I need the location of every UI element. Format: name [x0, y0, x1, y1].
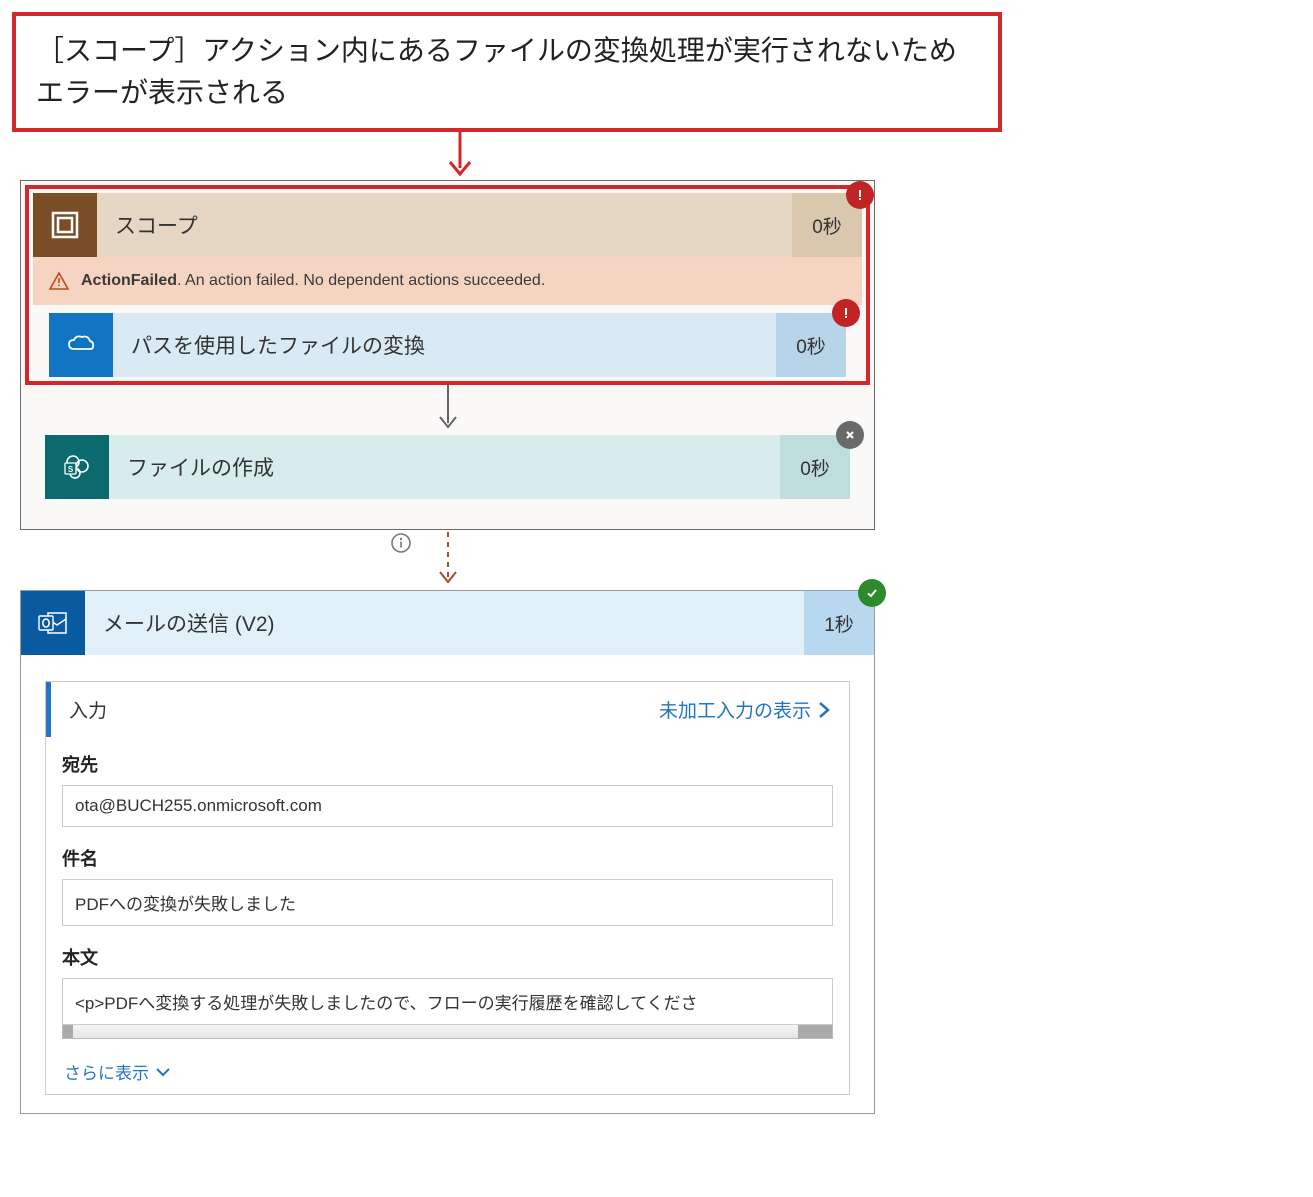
annotation-callout: ［スコープ］アクション内にあるファイルの変換処理が実行されないためエラーが表示さ… [12, 12, 1002, 132]
chevron-down-icon [155, 1066, 171, 1078]
mail-title: メールの送信 (V2) [85, 591, 804, 655]
to-field: 宛先 ota@BUCH255.onmicrosoft.com [46, 737, 849, 831]
error-text: ActionFailed. An action failed. No depen… [81, 272, 545, 290]
send-mail-action[interactable]: メールの送信 (V2) 1秒 入力 未加工入力の表示 宛先 ota@BUCH25… [20, 590, 875, 1114]
scope-action[interactable]: スコープ 0秒 ActionFailed. An action failed. … [33, 193, 862, 305]
scope-container[interactable]: スコープ 0秒 ActionFailed. An action failed. … [20, 180, 875, 530]
annotation-text: ［スコープ］アクション内にあるファイルの変換処理が実行されないためエラーが表示さ… [36, 35, 957, 108]
flow-connector-runafter [20, 530, 875, 590]
convert-file-action[interactable]: パスを使用したファイルの変換 0秒 [49, 313, 846, 377]
outlook-icon [21, 591, 85, 655]
skipped-status-badge [836, 421, 864, 449]
subject-field: 件名 PDFへの変換が失敗しました [46, 831, 849, 930]
onedrive-icon [49, 313, 113, 377]
inputs-header: 入力 [69, 696, 107, 723]
to-value[interactable]: ota@BUCH255.onmicrosoft.com [62, 785, 833, 827]
annotation-highlight-frame: スコープ 0秒 ActionFailed. An action failed. … [25, 185, 870, 385]
body-field: 本文 <p>PDFへ変換する処理が失敗しましたので、フローの実行履歴を確認してく… [46, 930, 849, 1043]
show-raw-inputs-link[interactable]: 未加工入力の表示 [659, 696, 831, 723]
annotation-arrow [20, 132, 900, 180]
flow-connector [29, 381, 866, 435]
success-status-badge [858, 579, 886, 607]
sharepoint-icon: S [45, 435, 109, 499]
error-banner: ActionFailed. An action failed. No depen… [33, 257, 862, 305]
create-title: ファイルの作成 [109, 435, 780, 499]
create-file-action[interactable]: S ファイルの作成 0秒 [45, 435, 850, 499]
subject-label: 件名 [62, 845, 833, 871]
chevron-right-icon [817, 701, 831, 719]
error-status-badge [832, 299, 860, 327]
svg-text:S: S [68, 465, 74, 474]
info-icon[interactable] [390, 532, 412, 554]
horizontal-scrollbar[interactable] [62, 1025, 833, 1039]
convert-title: パスを使用したファイルの変換 [113, 313, 776, 377]
error-status-badge [846, 181, 874, 209]
subject-value[interactable]: PDFへの変換が失敗しました [62, 879, 833, 926]
body-label: 本文 [62, 944, 833, 970]
body-value[interactable]: <p>PDFへ変換する処理が失敗しましたので、フローの実行履歴を確認してくださ [62, 978, 833, 1025]
show-more-link[interactable]: さらに表示 [46, 1043, 849, 1094]
warning-icon [49, 271, 69, 291]
to-label: 宛先 [62, 751, 833, 777]
inputs-panel: 入力 未加工入力の表示 宛先 ota@BUCH255.onmicrosoft.c… [45, 681, 850, 1095]
scope-title: スコープ [97, 193, 792, 257]
scope-icon [33, 193, 97, 257]
